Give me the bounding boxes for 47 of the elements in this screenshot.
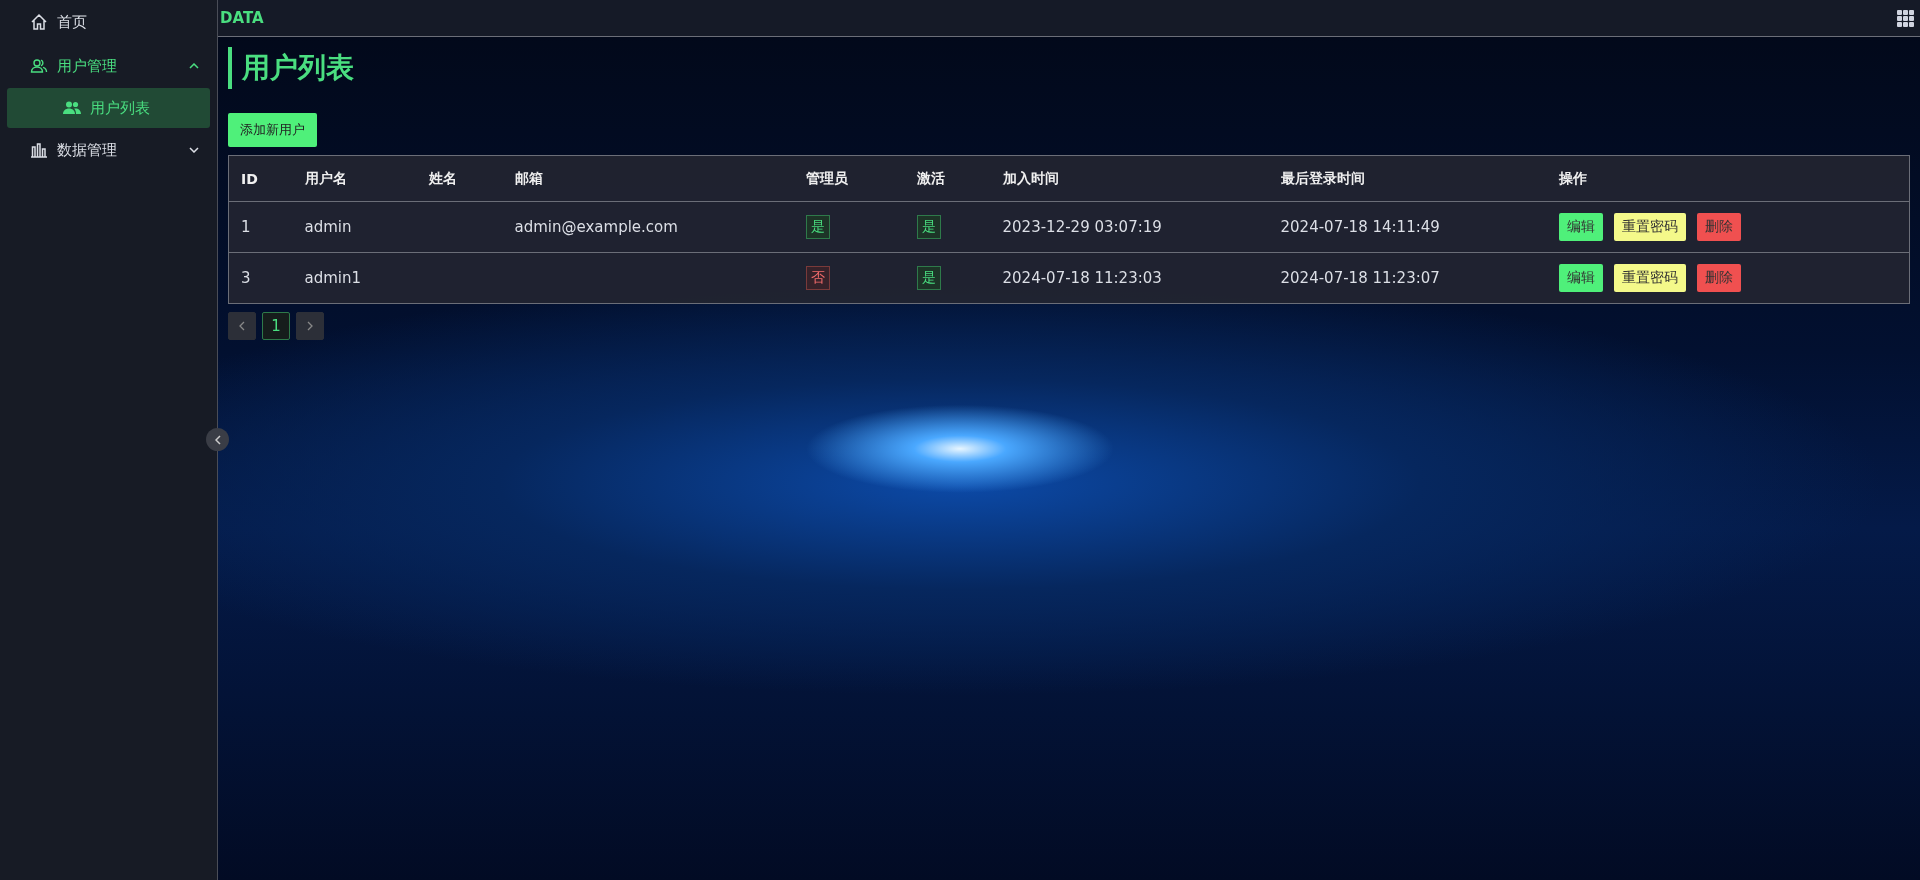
table-cell: admin@example.com (514, 218, 678, 236)
menu-item[interactable]: 首页 (0, 0, 217, 44)
add-user-button[interactable]: 添加新用户 (228, 113, 317, 147)
column-header: 管理员 (805, 169, 848, 186)
chevron-up-icon (189, 63, 199, 69)
chevron-right-icon (307, 321, 313, 331)
column-header: 最后登录时间 (1280, 169, 1365, 186)
menu-item[interactable]: 用户管理 (0, 44, 217, 88)
column-header: 姓名 (428, 169, 457, 186)
status-tag: 否 (805, 266, 830, 290)
column-header: 激活 (916, 169, 945, 186)
reset-button[interactable]: 重置密码 (1613, 264, 1686, 292)
table-cell: 2024-07-18 11:23:03 (1002, 269, 1162, 287)
submenu-item[interactable]: 用户列表 (7, 88, 210, 128)
table-cell: 2024-07-18 11:23:07 (1280, 269, 1440, 287)
home-icon (30, 13, 48, 31)
table-cell: admin1 (304, 269, 362, 287)
table-cell: 2024-07-18 14:11:49 (1280, 218, 1440, 236)
column-header: 用户名 (304, 169, 347, 186)
table-cell: 1 (241, 218, 251, 236)
chevron-left-icon (214, 434, 221, 445)
status-tag: 是 (805, 215, 830, 239)
delete-button[interactable]: 删除 (1696, 213, 1741, 241)
table-cell: admin (304, 218, 352, 236)
collapse-handle[interactable] (206, 428, 229, 451)
users-solid-icon (63, 100, 81, 116)
menu-item[interactable]: 数据管理 (0, 128, 217, 172)
edit-button[interactable]: 编辑 (1558, 264, 1603, 292)
edit-button[interactable]: 编辑 (1558, 213, 1603, 241)
users-icon (30, 57, 48, 75)
page-button[interactable]: 1 (262, 312, 290, 340)
brand-label: DATA (220, 9, 264, 27)
status-tag: 是 (916, 266, 941, 290)
column-header: 加入时间 (1002, 169, 1059, 186)
page-title: 用户列表 (228, 47, 354, 89)
chart-icon (30, 141, 48, 159)
chevron-left-icon (239, 321, 245, 331)
apps-grid-icon[interactable] (1897, 9, 1914, 27)
table-cell: 3 (241, 269, 251, 287)
column-header: 邮箱 (514, 169, 543, 186)
column-header: ID (241, 170, 258, 187)
delete-button[interactable]: 删除 (1696, 264, 1741, 292)
reset-button[interactable]: 重置密码 (1613, 213, 1686, 241)
chevron-down-icon (189, 147, 199, 153)
status-tag: 是 (916, 215, 941, 239)
table-cell: 2023-12-29 03:07:19 (1002, 218, 1162, 236)
column-header: 操作 (1558, 169, 1587, 186)
